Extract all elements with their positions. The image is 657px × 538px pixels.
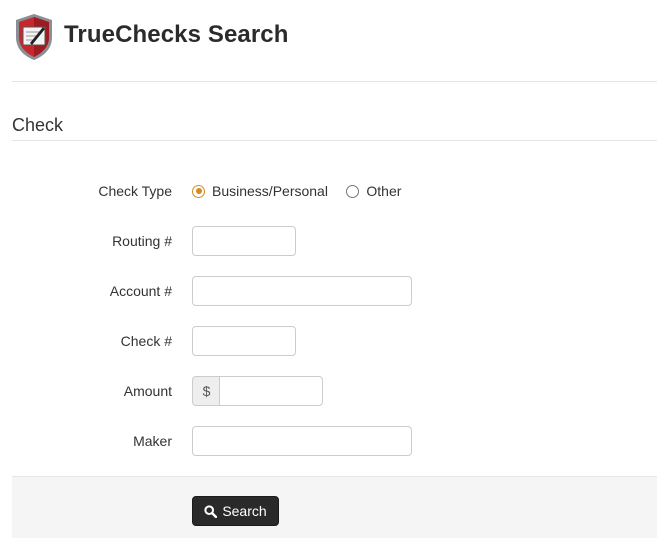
search-button-label: Search	[222, 503, 267, 519]
form-actions-footer	[12, 476, 657, 538]
section-title: Check	[12, 115, 64, 135]
maker-input[interactable]	[192, 426, 412, 456]
shield-logo-icon	[16, 14, 52, 60]
amount-label: Amount	[123, 383, 172, 399]
search-button[interactable]: Search	[192, 496, 279, 526]
amount-input[interactable]	[219, 376, 323, 406]
app-title: TrueChecks Search	[64, 21, 289, 48]
radio-option-business-personal[interactable]: Business/Personal	[192, 183, 328, 199]
check-number-input[interactable]	[192, 326, 296, 356]
account-input[interactable]	[192, 276, 412, 306]
maker-label: Maker	[133, 433, 172, 449]
radio-button-business-personal[interactable]	[192, 184, 205, 198]
search-icon	[204, 504, 218, 518]
check-type-radio-group: Business/Personal Other	[192, 183, 401, 201]
currency-addon: $	[192, 376, 220, 406]
radio-option-other[interactable]: Other	[346, 183, 401, 199]
account-label: Account #	[109, 283, 172, 299]
check-number-label: Check #	[120, 333, 172, 349]
routing-label: Routing #	[112, 233, 172, 249]
check-type-label: Check Type	[98, 183, 172, 199]
radio-button-other[interactable]	[346, 184, 360, 198]
radio-label-other: Other	[366, 183, 402, 199]
radio-label-business-personal: Business/Personal	[212, 183, 328, 199]
section-divider	[12, 140, 657, 141]
header: TrueChecks Search	[12, 0, 657, 82]
routing-input[interactable]	[192, 226, 296, 256]
